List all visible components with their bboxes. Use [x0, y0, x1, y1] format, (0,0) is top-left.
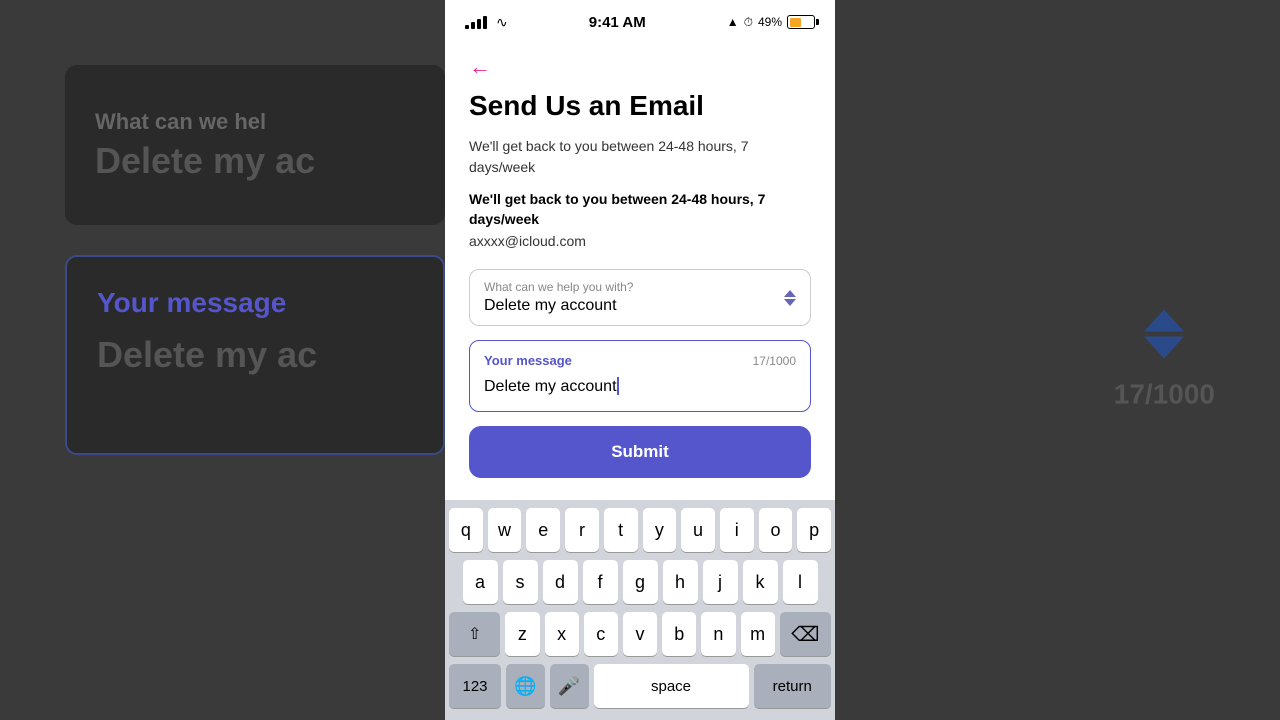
bg-top-line1: What can we hel [95, 109, 415, 135]
wifi-icon: ∿ [496, 14, 508, 31]
bg-arrow-down-icon [1144, 337, 1184, 359]
bg-bottom-text: Delete my ac [97, 334, 413, 376]
back-button[interactable]: ← [469, 44, 811, 90]
key-q[interactable]: q [449, 508, 483, 552]
signal-bar-2 [471, 22, 475, 29]
key-e[interactable]: e [526, 508, 560, 552]
battery-container [787, 15, 815, 29]
key-p[interactable]: p [797, 508, 831, 552]
bg-left-panel: What can we hel Delete my ac Your messag… [65, 65, 445, 655]
mic-key[interactable]: 🎤 [550, 664, 589, 708]
keyboard-row-4: 123 🌐 🎤 space return [449, 664, 831, 708]
text-cursor [617, 377, 619, 395]
num-key[interactable]: 123 [449, 664, 501, 708]
dropdown-arrow-icon [784, 290, 796, 306]
bg-arrows [1144, 310, 1184, 359]
status-bar: ∿ 9:41 AM ▲ ⏱ 49% [445, 0, 835, 44]
description-1: We'll get back to you between 24-48 hour… [469, 136, 811, 178]
signal-bar-1 [465, 25, 469, 29]
keyboard-row-1: q w e r t y u i o p [449, 508, 831, 552]
back-arrow-icon: ← [469, 54, 491, 79]
location-icon: ▲ [727, 15, 739, 29]
key-s[interactable]: s [503, 560, 538, 604]
battery-fill [790, 18, 801, 27]
key-f[interactable]: f [583, 560, 618, 604]
page-content: ← Send Us an Email We'll get back to you… [445, 44, 835, 500]
bg-count: 17/1000 [1114, 379, 1215, 411]
key-m[interactable]: m [741, 612, 775, 656]
dropdown-value: Delete my account [484, 297, 796, 315]
message-label: Your message [484, 353, 572, 368]
signal-bar-4 [483, 16, 487, 29]
message-header: Your message 17/1000 [484, 353, 796, 368]
key-v[interactable]: v [623, 612, 657, 656]
page-title: Send Us an Email [469, 90, 811, 122]
submit-label: Submit [611, 442, 669, 462]
status-right: ▲ ⏱ 49% [727, 15, 815, 30]
description-2: We'll get back to you between 24-48 hour… [469, 190, 811, 229]
key-k[interactable]: k [743, 560, 778, 604]
bg-arrow-up-icon [1144, 310, 1184, 332]
dropdown-label: What can we help you with? [484, 280, 796, 294]
key-a[interactable]: a [463, 560, 498, 604]
bg-card-bottom: Your message Delete my ac [65, 255, 445, 455]
shift-key[interactable]: ⇧ [449, 612, 500, 656]
message-text[interactable]: Delete my account [484, 376, 796, 398]
message-count: 17/1000 [753, 354, 796, 368]
status-left: ∿ [465, 14, 508, 31]
key-r[interactable]: r [565, 508, 599, 552]
dd-arrow-up [784, 290, 796, 297]
key-n[interactable]: n [701, 612, 735, 656]
key-l[interactable]: l [783, 560, 818, 604]
delete-key[interactable]: ⌫ [780, 612, 831, 656]
bg-bottom-label: Your message [97, 287, 413, 319]
keyboard-row-3: ⇧ z x c v b n m ⌫ [449, 612, 831, 656]
battery-icon [787, 15, 815, 29]
keyboard: q w e r t y u i o p a s d f g h j k l ⇧ … [445, 500, 835, 720]
description-email: axxxx@icloud.com [469, 233, 811, 249]
dd-arrow-down [784, 299, 796, 306]
key-t[interactable]: t [604, 508, 638, 552]
key-h[interactable]: h [663, 560, 698, 604]
key-x[interactable]: x [545, 612, 579, 656]
keyboard-row-2: a s d f g h j k l [449, 560, 831, 604]
bg-card-top: What can we hel Delete my ac [65, 65, 445, 225]
key-g[interactable]: g [623, 560, 658, 604]
key-z[interactable]: z [505, 612, 539, 656]
battery-pct: 49% [758, 15, 782, 29]
key-b[interactable]: b [662, 612, 696, 656]
bg-top-line2: Delete my ac [95, 140, 415, 182]
bg-right-panel: 17/1000 [1114, 310, 1215, 411]
key-i[interactable]: i [720, 508, 754, 552]
message-box[interactable]: Your message 17/1000 Delete my account [469, 340, 811, 411]
message-content: Delete my account [484, 378, 617, 395]
alarm-icon: ⏱ [744, 15, 753, 30]
submit-button[interactable]: Submit [469, 426, 811, 478]
globe-key[interactable]: 🌐 [506, 664, 545, 708]
key-w[interactable]: w [488, 508, 522, 552]
key-u[interactable]: u [681, 508, 715, 552]
key-o[interactable]: o [759, 508, 793, 552]
phone-container: ∿ 9:41 AM ▲ ⏱ 49% ← Send Us an Email We'… [445, 0, 835, 720]
key-j[interactable]: j [703, 560, 738, 604]
key-d[interactable]: d [543, 560, 578, 604]
key-c[interactable]: c [584, 612, 618, 656]
status-time: 9:41 AM [589, 14, 646, 31]
signal-bar-3 [477, 19, 481, 29]
topic-dropdown[interactable]: What can we help you with? Delete my acc… [469, 269, 811, 326]
return-key[interactable]: return [754, 664, 832, 708]
space-key[interactable]: space [594, 664, 749, 708]
key-y[interactable]: y [643, 508, 677, 552]
signal-bars [465, 16, 487, 29]
